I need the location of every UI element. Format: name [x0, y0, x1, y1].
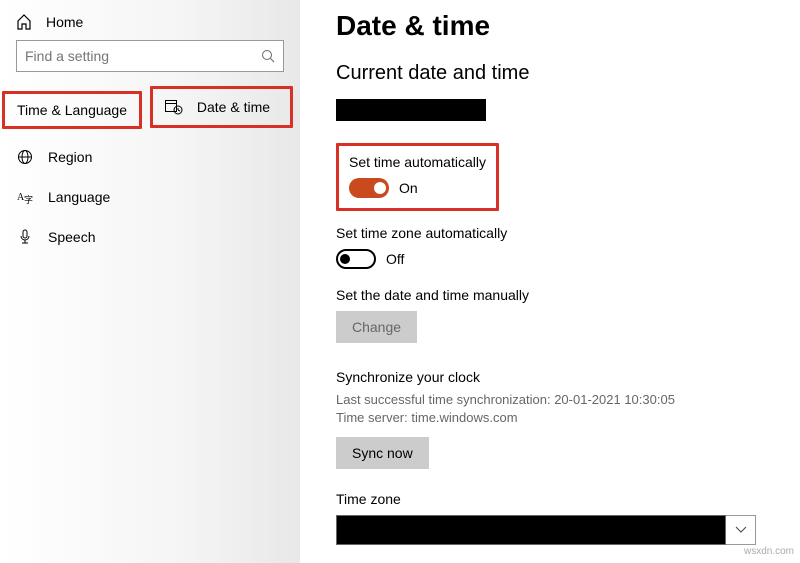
calendar-clock-icon [165, 99, 183, 115]
main-content: Date & time Current date and time Set ti… [300, 0, 800, 563]
search-input-container[interactable] [16, 40, 284, 72]
sidebar: Home Time & Language Date & time Region [0, 0, 300, 563]
section-title-highlight: Time & Language [2, 91, 142, 129]
set-zone-auto-value: Off [386, 251, 404, 267]
sidebar-item-label: Speech [48, 229, 95, 245]
change-button[interactable]: Change [336, 311, 417, 343]
sidebar-item-label: Date & time [197, 99, 270, 115]
home-label: Home [46, 14, 83, 30]
watermark: wsxdn.com [744, 546, 794, 557]
sync-title: Synchronize your clock [336, 369, 760, 385]
sidebar-item-region[interactable]: Region [0, 137, 300, 177]
set-zone-auto-label: Set time zone automatically [336, 225, 760, 241]
page-title: Date & time [336, 10, 760, 42]
timezone-dropdown[interactable] [336, 515, 756, 545]
set-time-auto-toggle[interactable] [349, 178, 389, 198]
current-datetime-redacted [336, 99, 486, 121]
home-nav[interactable]: Home [0, 8, 300, 40]
home-icon [16, 14, 32, 30]
timezone-value-redacted [336, 515, 726, 545]
sync-server-line: Time server: time.windows.com [336, 409, 760, 427]
section-subtitle: Current date and time [336, 62, 760, 85]
sidebar-item-label: Language [48, 189, 110, 205]
sidebar-item-speech[interactable]: Speech [0, 217, 300, 257]
set-zone-auto-toggle[interactable] [336, 249, 376, 269]
search-input[interactable] [25, 48, 261, 64]
svg-text:字: 字 [24, 194, 33, 205]
set-time-auto-label: Set time automatically [349, 154, 486, 170]
sync-last-line: Last successful time synchronization: 20… [336, 391, 760, 409]
sidebar-item-date-time[interactable]: Date & time [153, 89, 290, 125]
section-title: Time & Language [5, 94, 139, 126]
language-icon: A字 [16, 189, 34, 205]
sidebar-item-label: Region [48, 149, 92, 165]
set-time-auto-value: On [399, 180, 418, 196]
manual-label: Set the date and time manually [336, 287, 760, 303]
sync-now-button[interactable]: Sync now [336, 437, 429, 469]
chevron-down-icon [726, 515, 756, 545]
timezone-label: Time zone [336, 491, 760, 507]
search-icon [261, 49, 275, 63]
globe-icon [16, 149, 34, 165]
set-time-auto-highlight: Set time automatically On [336, 143, 499, 211]
nav-date-time-highlight: Date & time [150, 86, 293, 128]
microphone-icon [16, 229, 34, 245]
sidebar-item-language[interactable]: A字 Language [0, 177, 300, 217]
